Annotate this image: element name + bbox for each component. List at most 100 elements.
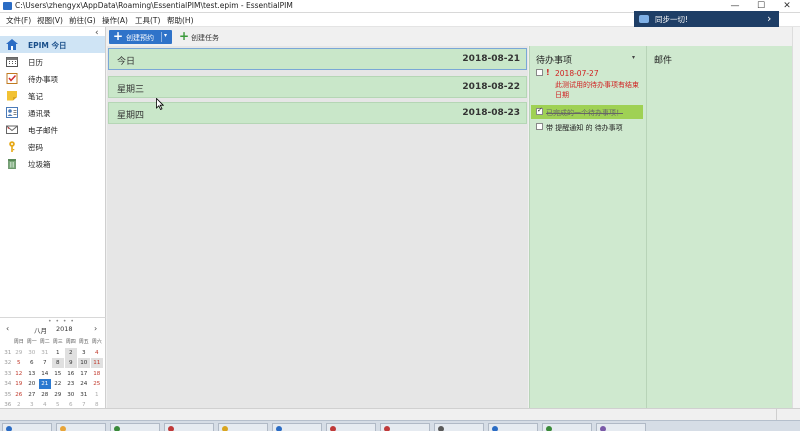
todo-item-text[interactable]: 带 提醒通知 的 待办事项 [546,123,623,133]
menu-go[interactable]: 前往(G) [69,15,96,26]
menu-actions[interactable]: 操作(A) [102,15,128,26]
week-number: 32 [4,360,12,366]
calendar-year[interactable]: 2018 [56,325,73,333]
calendar-day[interactable]: 7 [39,358,51,368]
taskbar-button[interactable] [164,423,214,431]
menu-tools[interactable]: 工具(T) [135,15,160,26]
day-date: 2018-08-23 [462,108,520,118]
taskbar-button[interactable] [542,423,592,431]
sidebar-item-email[interactable]: 电子邮件 [0,121,105,138]
calendar-day[interactable]: 30 [26,348,38,358]
sidebar-item-passwords[interactable]: 密码 [0,138,105,155]
new-task-button[interactable]: + 创建任务 [179,29,239,44]
sidebar-item-contacts[interactable]: 通讯录 [0,104,105,121]
calendar-day[interactable]: 1 [52,348,64,358]
calendar-day[interactable]: 29 [52,390,64,400]
weekday-header: 周一 [26,339,37,345]
taskbar-button[interactable] [272,423,322,431]
todo-checkbox[interactable] [536,69,543,76]
calendar-day[interactable]: 28 [39,390,51,400]
contacts-icon [6,107,18,118]
new-appointment-button[interactable]: + 创建预约 ▾ [109,29,172,44]
sidebar-item-label: EPIM 今日 [28,41,67,50]
next-month-button[interactable]: › [94,324,97,333]
sidebar-item-label: 密码 [28,143,43,152]
taskbar-button[interactable] [434,423,484,431]
calendar-day[interactable]: 3 [78,348,90,358]
calendar-day[interactable]: 25 [91,379,103,389]
taskbar-button[interactable] [56,423,106,431]
taskbar-button[interactable] [380,423,430,431]
vertical-scrollbar[interactable] [792,27,800,408]
calendar-day[interactable]: 1 [91,390,103,400]
sync-all-button[interactable]: 同步一切! › [634,11,779,27]
calendar-day[interactable]: 12 [13,369,25,379]
sidebar-item-notes[interactable]: 笔记 [0,87,105,104]
calendar-day[interactable]: 19 [13,379,25,389]
todo-checkbox[interactable] [536,123,543,130]
taskbar-button[interactable] [326,423,376,431]
todo-checkbox[interactable] [536,106,543,115]
day-name: 星期四 [117,111,145,121]
calendar-day[interactable]: 26 [13,390,25,400]
chevron-down-icon[interactable]: ▾ [164,32,167,39]
calendar-day[interactable]: 8 [52,358,64,368]
todo-item-text[interactable]: 此测试用的待办事项有结束日期 [555,80,645,100]
taskbar-button[interactable] [218,423,268,431]
app-icon [3,2,12,10]
calendar-day[interactable]: 4 [91,348,103,358]
day-row-wednesday[interactable]: 星期三 2018-08-22 [108,76,527,98]
calendar-day[interactable]: 24 [78,379,90,389]
sidebar-item-label: 笔记 [28,92,43,101]
weekday-header: 周日 [13,339,24,345]
taskbar-button[interactable] [110,423,160,431]
calendar-day[interactable]: 9 [65,358,77,368]
calendar-day[interactable]: 31 [39,348,51,358]
calendar-icon [6,57,18,67]
day-row-today[interactable]: 今日 2018-08-21 [108,48,527,70]
calendar-day[interactable]: 2 [65,347,77,358]
taskbar-button[interactable] [2,423,52,431]
calendar-day[interactable]: 13 [26,369,38,379]
taskbar-button[interactable] [488,423,538,431]
calendar-day[interactable]: 5 [13,358,25,368]
calendar-day[interactable]: 6 [26,358,38,368]
calendar-month[interactable]: 八月 [34,325,47,335]
calendar-day[interactable]: 23 [65,379,77,389]
sidebar-item-epim-today[interactable]: EPIM 今日 [0,36,105,53]
taskbar-button[interactable] [596,423,646,431]
calendar-day[interactable]: 15 [52,369,64,379]
sidebar-item-label: 垃圾箱 [28,160,51,169]
taskbar [0,420,800,431]
previous-month-button[interactable]: ‹ [6,324,9,333]
calendar-day[interactable]: 31 [78,390,90,400]
calendar-day[interactable]: 17 [78,369,90,379]
sidebar-item-calendar[interactable]: 日历 [0,53,105,70]
weekday-header: 周三 [52,339,63,345]
menu-file[interactable]: 文件(F) [6,15,31,26]
calendar-day[interactable]: 14 [39,369,51,379]
calendar-day[interactable]: 20 [26,379,38,389]
menu-view[interactable]: 视图(V) [37,15,63,26]
calendar-day[interactable]: 11 [91,358,103,368]
menu-help[interactable]: 帮助(H) [167,15,194,26]
weekday-header: 周二 [39,339,50,345]
calendar-day[interactable]: 18 [91,369,103,379]
splitter-grip[interactable]: • • • • [48,318,75,325]
app-icon [438,426,444,431]
calendar-day[interactable]: 22 [52,379,64,389]
calendar-day[interactable]: 29 [13,348,25,358]
calendar-day[interactable]: 16 [65,369,77,379]
todo-item-text[interactable]: 已完成的一个待办事项！ [546,108,623,118]
day-row-thursday[interactable]: 星期四 2018-08-23 [108,102,527,124]
calendar-day[interactable]: 21 [39,379,51,389]
calendar-day[interactable]: 10 [78,358,90,368]
key-icon [9,141,15,152]
chevron-right-icon[interactable]: › [767,12,771,25]
sidebar-item-trash[interactable]: 垃圾箱 [0,155,105,172]
sync-label: 同步一切! [655,15,689,24]
calendar-day[interactable]: 30 [65,390,77,400]
calendar-day[interactable]: 27 [26,390,38,400]
chevron-down-icon[interactable]: ▾ [632,54,635,61]
sidebar-item-todo[interactable]: 待办事项 [0,70,105,87]
